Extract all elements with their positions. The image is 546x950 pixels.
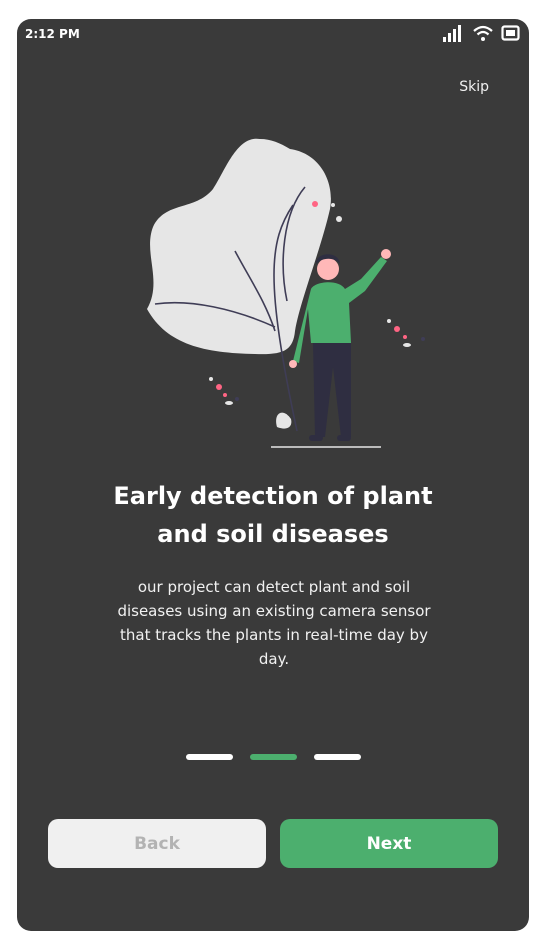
status-icons bbox=[443, 22, 521, 48]
wifi-icon bbox=[473, 24, 493, 46]
skip-button[interactable]: Skip bbox=[459, 79, 489, 95]
title-line-2: and soil diseases bbox=[157, 520, 389, 548]
title-line-1: Early detection of plant bbox=[113, 482, 433, 510]
onboarding-title: Early detection of plant and soil diseas… bbox=[17, 477, 529, 553]
battery-icon bbox=[501, 24, 521, 46]
status-bar: 2:12 PM bbox=[17, 19, 529, 51]
status-time: 2:12 PM bbox=[25, 27, 80, 41]
phone-screen: 2:12 PM Skip Early detection of plant an… bbox=[17, 19, 529, 931]
page-dot-1[interactable] bbox=[185, 754, 233, 760]
page-dot-3[interactable] bbox=[313, 754, 361, 760]
page-indicator bbox=[17, 754, 529, 760]
page-dot-2-active[interactable] bbox=[249, 754, 297, 760]
signal-icon bbox=[443, 24, 465, 46]
next-button[interactable]: Next bbox=[280, 819, 498, 868]
onboarding-illustration bbox=[147, 138, 425, 448]
onboarding-description: our project can detect plant and soil di… bbox=[117, 578, 431, 668]
back-button[interactable]: Back bbox=[48, 819, 266, 868]
